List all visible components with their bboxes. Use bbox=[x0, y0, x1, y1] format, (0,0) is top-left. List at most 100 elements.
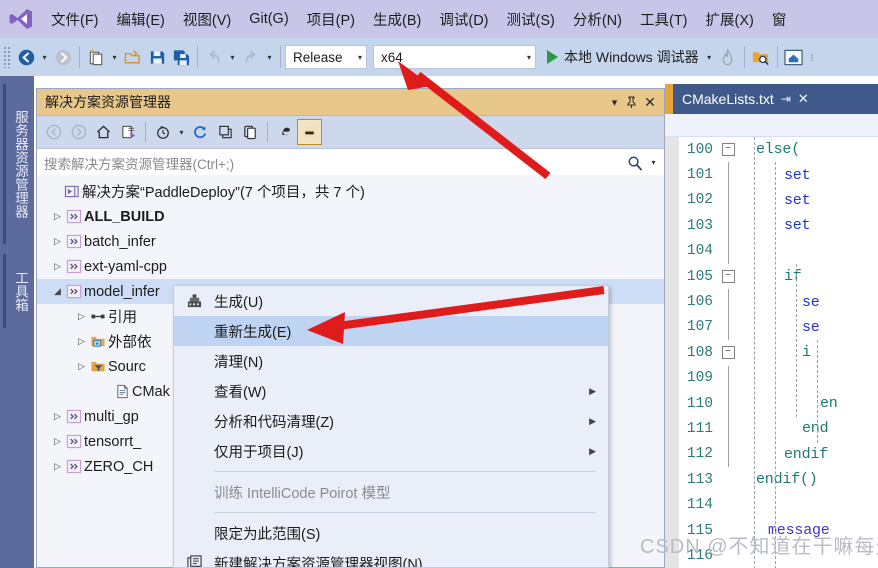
navigate-back-icon[interactable] bbox=[14, 44, 38, 70]
chevron-right-icon[interactable]: ▷ bbox=[51, 204, 64, 229]
sidebar-item-toolbox[interactable]: 工具箱 bbox=[3, 254, 34, 328]
fold-spacer bbox=[720, 365, 736, 391]
properties-wrench-icon[interactable] bbox=[272, 119, 297, 145]
code-text: en bbox=[820, 395, 838, 413]
forward-icon[interactable] bbox=[66, 119, 91, 145]
toolbar-overflow-icon[interactable]: ⋮ bbox=[806, 44, 819, 70]
context-menu-item-project-only[interactable]: 仅用于项目(J) ▶ bbox=[174, 436, 608, 466]
fold-toggle-icon[interactable]: − bbox=[720, 143, 736, 157]
context-menu-item-scope-to-this[interactable]: 限定为此范围(S) bbox=[174, 518, 608, 548]
undo-icon[interactable] bbox=[202, 44, 226, 70]
solution-explorer-search[interactable]: 搜索解决方案资源管理器(Ctrl+;) ▾ bbox=[37, 149, 664, 177]
chevron-down-icon[interactable]: ◢ bbox=[51, 279, 64, 304]
context-menu-item-clean[interactable]: 清理(N) bbox=[174, 346, 608, 376]
chevron-right-icon[interactable]: ▷ bbox=[51, 229, 64, 254]
tree-row-ext-yaml-cpp[interactable]: ▷ ext-yaml-cpp bbox=[37, 254, 664, 279]
fold-spacer bbox=[720, 162, 736, 188]
refresh-icon[interactable] bbox=[188, 119, 213, 145]
back-icon[interactable] bbox=[41, 119, 66, 145]
menu-item-git[interactable]: Git(G) bbox=[240, 0, 297, 38]
toolbar-grip[interactable] bbox=[3, 46, 12, 68]
editor-text-area[interactable]: 100 − else( 101 set 102 set 103 set 104 bbox=[665, 137, 878, 568]
menu-item-analyze[interactable]: 分析(N) bbox=[564, 0, 631, 38]
solution-platform-combo[interactable]: x64 ▾ bbox=[373, 45, 536, 69]
context-menu-label: 查看(W) bbox=[214, 384, 267, 401]
menu-item-window[interactable]: 窗 bbox=[763, 0, 796, 38]
text-file-icon bbox=[112, 379, 132, 404]
menu-item-extensions[interactable]: 扩展(X) bbox=[697, 0, 763, 38]
chevron-right-icon[interactable]: ▷ bbox=[75, 329, 88, 354]
chevron-right-icon[interactable]: ▷ bbox=[51, 429, 64, 454]
code-line: 106 se bbox=[665, 289, 878, 315]
show-all-files-icon[interactable] bbox=[238, 119, 263, 145]
home-icon[interactable] bbox=[91, 119, 116, 145]
chevron-right-icon[interactable]: ▷ bbox=[75, 354, 88, 379]
pin-icon[interactable] bbox=[623, 92, 640, 112]
redo-dropdown-icon[interactable]: ▾ bbox=[263, 44, 276, 70]
search-folder-icon[interactable] bbox=[749, 44, 773, 70]
save-all-icon[interactable] bbox=[169, 44, 193, 70]
editor-strip-accent bbox=[665, 84, 673, 114]
solution-platform-value: x64 bbox=[381, 49, 403, 65]
tree-row-all-build[interactable]: ▷ ALL_BUILD bbox=[37, 204, 664, 229]
context-menu-item-view[interactable]: 查看(W) ▶ bbox=[174, 376, 608, 406]
navigate-back-dropdown-icon[interactable]: ▾ bbox=[38, 44, 51, 70]
chevron-right-icon[interactable]: ▷ bbox=[51, 254, 64, 279]
chevron-down-icon[interactable]: ▾ bbox=[606, 92, 623, 112]
context-menu-item-rebuild[interactable]: 重新生成(E) bbox=[174, 316, 608, 346]
search-dropdown-icon[interactable]: ▾ bbox=[647, 150, 660, 176]
chevron-right-icon[interactable]: ▷ bbox=[51, 454, 64, 479]
close-icon[interactable]: ✕ bbox=[640, 92, 660, 112]
pending-changes-filter-icon[interactable] bbox=[150, 119, 175, 145]
context-menu-icon-spacer bbox=[174, 477, 214, 507]
menu-item-project[interactable]: 项目(P) bbox=[298, 0, 364, 38]
menu-item-view[interactable]: 视图(V) bbox=[174, 0, 240, 38]
redo-icon[interactable] bbox=[239, 44, 263, 70]
tree-row-solution[interactable]: 解决方案“PaddleDeploy”(7 个项目，共 7 个) bbox=[37, 179, 664, 204]
new-item-icon[interactable] bbox=[84, 44, 108, 70]
code-text: set bbox=[784, 191, 811, 209]
menu-item-file[interactable]: 文件(F) bbox=[42, 0, 108, 38]
context-menu-icon-spacer bbox=[174, 436, 214, 466]
start-debugging-dropdown-icon[interactable]: ▾ bbox=[703, 44, 716, 70]
pin-icon[interactable]: ⇥ bbox=[781, 92, 791, 106]
live-preview-icon[interactable] bbox=[782, 44, 806, 70]
context-menu-item-new-solution-explorer-view[interactable]: 新建解决方案资源管理器视图(N) bbox=[174, 548, 608, 567]
project-label: ALL_BUILD bbox=[84, 208, 165, 225]
chevron-right-icon[interactable]: ▷ bbox=[51, 404, 64, 429]
context-menu-icon-spacer bbox=[174, 406, 214, 436]
context-menu-item-build[interactable]: 生成(U) bbox=[174, 286, 608, 316]
menu-item-build[interactable]: 生成(B) bbox=[364, 0, 430, 38]
menu-item-debug[interactable]: 调试(D) bbox=[430, 0, 497, 38]
save-icon[interactable] bbox=[145, 44, 169, 70]
references-icon bbox=[88, 304, 108, 329]
preview-selected-items-icon[interactable] bbox=[297, 119, 322, 145]
menu-item-test[interactable]: 测试(S) bbox=[498, 0, 564, 38]
tab-cmakelists[interactable]: CMakeLists.txt ⇥ ✕ bbox=[673, 84, 815, 114]
code-text: i bbox=[802, 344, 811, 362]
context-menu-item-analyze[interactable]: 分析和代码清理(Z) ▶ bbox=[174, 406, 608, 436]
open-folder-icon[interactable] bbox=[121, 44, 145, 70]
fold-toggle-icon[interactable]: − bbox=[720, 346, 736, 360]
filter-dropdown-icon[interactable]: ▾ bbox=[175, 119, 188, 145]
tree-row-batch-infer[interactable]: ▷ batch_infer bbox=[37, 229, 664, 254]
new-item-dropdown-icon[interactable]: ▾ bbox=[108, 44, 121, 70]
submenu-arrow-icon: ▶ bbox=[589, 415, 596, 426]
code-line: 113 endif() bbox=[665, 467, 878, 492]
start-debugging-button[interactable]: 本地 Windows 调试器 bbox=[545, 44, 703, 70]
navigate-forward-icon[interactable] bbox=[51, 44, 75, 70]
menu-item-edit[interactable]: 编辑(E) bbox=[108, 0, 174, 38]
code-line: 100 − else( bbox=[665, 137, 878, 162]
undo-dropdown-icon[interactable]: ▾ bbox=[226, 44, 239, 70]
solution-configuration-combo[interactable]: Release ▾ bbox=[285, 45, 367, 69]
search-icon[interactable] bbox=[622, 150, 647, 176]
hot-reload-flame-icon[interactable] bbox=[716, 44, 740, 70]
context-menu-label: 仅用于项目(J) bbox=[214, 444, 304, 461]
close-icon[interactable]: ✕ bbox=[798, 91, 809, 107]
menu-item-tools[interactable]: 工具(T) bbox=[631, 0, 697, 38]
fold-toggle-icon[interactable]: − bbox=[720, 270, 736, 284]
collapse-all-icon[interactable] bbox=[213, 119, 238, 145]
sidebar-item-server-explorer[interactable]: 服务器资源管理器 bbox=[3, 84, 34, 244]
chevron-right-icon[interactable]: ▷ bbox=[75, 304, 88, 329]
sync-with-active-document-icon[interactable] bbox=[116, 119, 141, 145]
